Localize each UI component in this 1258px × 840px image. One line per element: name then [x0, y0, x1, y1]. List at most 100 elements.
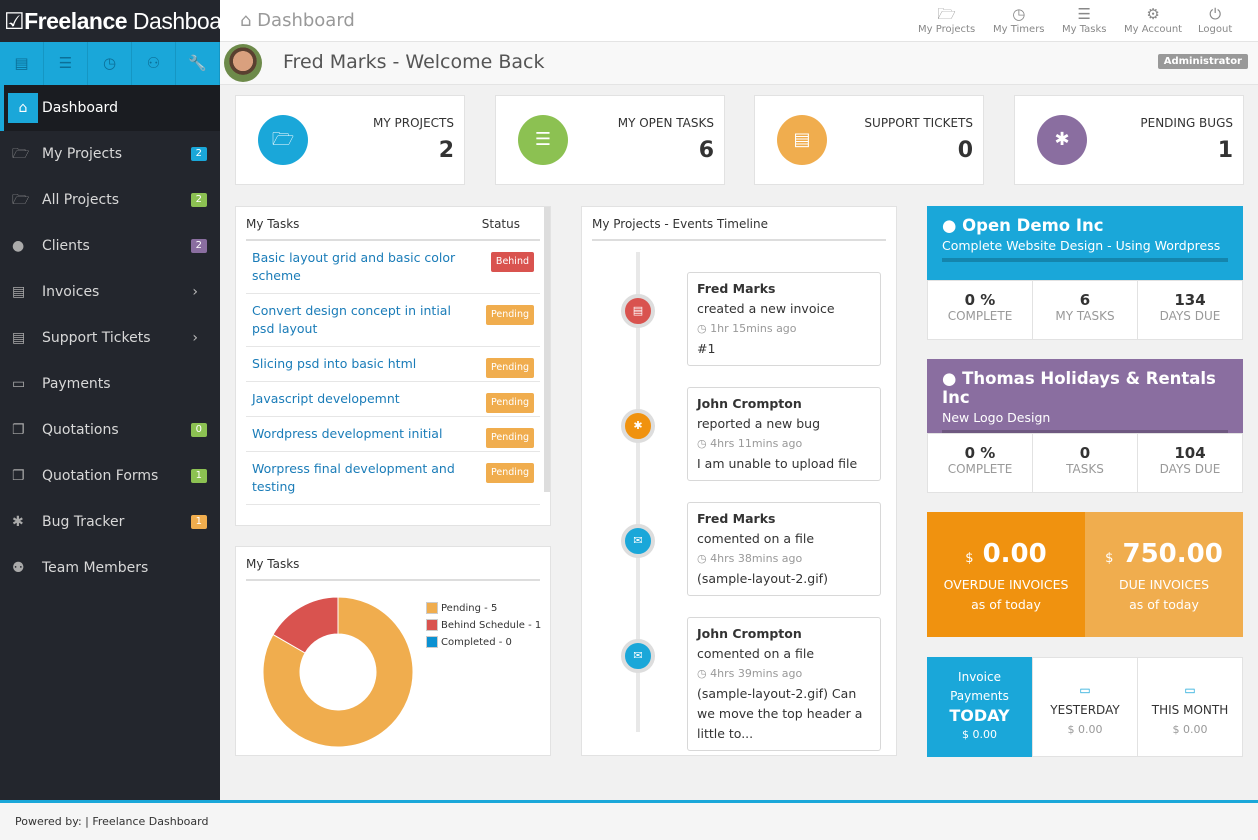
sidebar-item-support-tickets[interactable]: ▤ Support Tickets › — [0, 315, 220, 361]
task-row[interactable]: Wordpress development initial Pending — [246, 417, 540, 452]
task-row[interactable]: Worpress final development and testing Pe… — [246, 452, 540, 505]
status-badge: Pending — [486, 305, 534, 325]
folder-open-icon: 🗁 — [258, 115, 308, 165]
sidebar-item-dashboard[interactable]: ⌂ Dashboard — [0, 85, 220, 131]
sidebar-item-payments[interactable]: ▭ Payments — [0, 361, 220, 407]
task-link[interactable]: Worpress final development and testing — [252, 461, 455, 494]
sidebar-item-invoices[interactable]: ▤ Invoices › — [0, 269, 220, 315]
sidebar-item-all-projects[interactable]: 🗁 All Projects 2 — [0, 177, 220, 223]
legend-swatch — [426, 619, 438, 631]
users-icon: ⚉ — [12, 560, 25, 576]
file-icon[interactable]: ▤ — [0, 42, 44, 85]
topnav-my-timers[interactable]: ◷ My Timers — [993, 4, 1045, 35]
payments-month[interactable]: ▭ THIS MONTH $ 0.00 — [1137, 657, 1243, 757]
sidebar-item-quotations[interactable]: ❐ Quotations 0 — [0, 407, 220, 453]
user-icon: ● — [942, 369, 957, 388]
count-badge: 2 — [190, 193, 207, 207]
sidebar-item-clients[interactable]: ● Clients 2 — [0, 223, 220, 269]
timeline-event: John Crompton reported a new bug ◷ 4hrs 11… — [687, 387, 881, 481]
sidebar-item-quotation-forms[interactable]: ❐ Quotation Forms 1 — [0, 453, 220, 499]
welcome-text: Fred Marks - Welcome Back — [283, 51, 545, 73]
welcome-bar: Fred Marks - Welcome Back Administrator — [220, 42, 1258, 85]
credit-card-icon: ▭ — [1184, 683, 1196, 697]
task-row[interactable]: Slicing psd into basic html Pending — [246, 347, 540, 382]
count-badge: 2 — [190, 239, 207, 253]
copy-icon: ❐ — [12, 422, 25, 438]
topnav-my-account[interactable]: ⚙ My Account — [1124, 4, 1182, 35]
sidebar-item-my-projects[interactable]: 🗁 My Projects 2 — [0, 131, 220, 177]
legend-item: Behind Schedule - 1 — [426, 619, 541, 636]
comments-icon: ✉ — [621, 639, 655, 673]
folder-open-icon: 🗁 — [12, 146, 30, 162]
sidebar-item-team-members[interactable]: ⚉ Team Members — [0, 545, 220, 591]
topnav-my-projects[interactable]: 🗁 My Projects — [918, 4, 975, 35]
list-alt-icon: ▤ — [12, 284, 26, 300]
project-stat: 134 DAYS DUE — [1159, 291, 1221, 323]
timeline-event: John Crompton comented on a file ◷ 4hrs 39… — [687, 617, 881, 751]
invoice-icon: ▤ — [621, 294, 655, 328]
topnav-logout[interactable]: ⏻ Logout — [1198, 4, 1232, 35]
avatar[interactable] — [224, 44, 262, 82]
payments-yesterday[interactable]: ▭ YESTERDAY $ 0.00 — [1032, 657, 1138, 757]
stat-card[interactable]: ✱ PENDING BUGS 1 — [1014, 95, 1244, 185]
bug-icon: ✱ — [1037, 115, 1087, 165]
chevron-right-icon: › — [192, 284, 198, 300]
breadcrumb: ⌂ Dashboard — [240, 10, 355, 31]
project-stat: 0 TASKS — [1033, 434, 1138, 492]
status-badge: Pending — [486, 463, 534, 483]
count-badge: 1 — [190, 515, 207, 529]
legend-item: Completed - 0 — [426, 636, 541, 653]
project-stat: 6 MY TASKS — [1033, 281, 1138, 339]
clock-icon: ◷ — [1012, 5, 1026, 23]
status-badge: Pending — [486, 358, 534, 378]
wrench-icon[interactable]: 🔧 — [176, 42, 220, 85]
project-card[interactable]: ● Open Demo Inc Complete Website Design -… — [927, 206, 1243, 340]
top-bar: ⌂ Dashboard 🗁 My Projects ◷ My Timers ☰ My Ta… — [220, 0, 1258, 42]
power-icon: ⏻ — [1209, 5, 1222, 23]
task-link[interactable]: Convert design concept in intial psd lay… — [252, 303, 451, 336]
file-icon: ▤ — [777, 115, 827, 165]
status-badge: Behind — [490, 252, 534, 272]
clock-icon: ◷ — [697, 322, 707, 335]
task-link[interactable]: Javascript developemnt — [252, 391, 400, 406]
legend-item: Pending - 5 — [426, 602, 541, 619]
role-badge: Administrator — [1157, 54, 1248, 69]
timeline-panel: My Projects - Events Timeline ▤ Fred Mark… — [581, 206, 897, 756]
chevron-right-icon: › — [192, 330, 198, 346]
topnav-my-tasks[interactable]: ☰ My Tasks — [1062, 4, 1107, 35]
stat-card[interactable]: 🗁 MY PROJECTS 2 — [235, 95, 465, 185]
count-badge: 1 — [190, 469, 207, 483]
progress-bar — [942, 258, 1228, 262]
user-icon: ● — [942, 216, 957, 235]
sitemap-icon[interactable]: ⚇ — [132, 42, 176, 85]
stat-card[interactable]: ☰ MY OPEN TASKS 6 — [495, 95, 725, 185]
stat-card[interactable]: ▤ SUPPORT TICKETS 0 — [754, 95, 984, 185]
clock-icon[interactable]: ◷ — [88, 42, 132, 85]
task-row[interactable]: Javascript developemnt Pending — [246, 382, 540, 417]
quick-icon-bar: ▤ ☰ ◷ ⚇ 🔧 — [0, 42, 220, 85]
payments-today[interactable]: Invoice Payments TODAY $ 0.00 — [927, 657, 1032, 757]
comments-icon: ✉ — [621, 524, 655, 558]
overdue-invoices[interactable]: $ 0.00 OVERDUE INVOICES as of today — [927, 512, 1085, 637]
task-link[interactable]: Basic layout grid and basic color scheme — [252, 250, 455, 283]
project-stat: 104 DAYS DUE — [1159, 444, 1221, 476]
task-row[interactable]: Convert design concept in intial psd lay… — [246, 294, 540, 347]
clock-icon: ◷ — [697, 437, 707, 450]
project-card[interactable]: ● Thomas Holidays & Rentals Inc New Logo … — [927, 359, 1243, 493]
task-link[interactable]: Wordpress development initial — [252, 426, 442, 441]
bug-icon: ✱ — [621, 409, 655, 443]
list-icon[interactable]: ☰ — [44, 42, 88, 85]
brand-logo[interactable]: ☑Freelance Dashboard — [0, 0, 241, 42]
footer: Powered by: | Freelance Dashboard — [0, 800, 1258, 840]
sidebar-item-bug-tracker[interactable]: ✱ Bug Tracker 1 — [0, 499, 220, 545]
due-invoices[interactable]: $ 750.00 DUE INVOICES as of today — [1085, 512, 1243, 637]
gears-icon: ⚙ — [1146, 5, 1160, 23]
task-link[interactable]: Slicing psd into basic html — [252, 356, 416, 371]
status-badge: Pending — [486, 393, 534, 413]
bug-icon: ✱ — [12, 514, 24, 530]
timeline-title: My Projects - Events Timeline — [592, 207, 886, 241]
task-row[interactable]: Basic layout grid and basic color scheme… — [246, 241, 540, 294]
scrollbar[interactable] — [544, 207, 550, 492]
clock-icon: ◷ — [697, 552, 707, 565]
count-badge: 0 — [190, 423, 207, 437]
